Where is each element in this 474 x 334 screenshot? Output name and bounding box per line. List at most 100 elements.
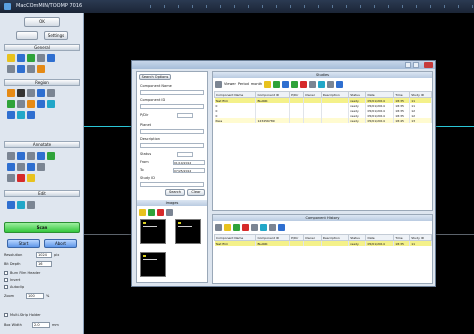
panel-button[interactable] xyxy=(16,31,38,40)
open-component-icon[interactable] xyxy=(224,223,231,231)
zoom-field[interactable]: 100 xyxy=(26,293,44,299)
abort-button[interactable]: Abort xyxy=(44,239,77,248)
viewer-label[interactable]: Viewer xyxy=(224,82,236,86)
add-study-icon[interactable] xyxy=(273,80,281,88)
component-name-input[interactable] xyxy=(140,90,204,95)
section-annotate[interactable]: Annotate xyxy=(4,141,80,148)
scan-button[interactable]: Scan xyxy=(4,222,80,233)
ruler-icon[interactable] xyxy=(27,163,35,171)
image-thumbnail[interactable] xyxy=(175,219,201,244)
pen-icon[interactable] xyxy=(17,152,25,160)
folder-icon[interactable] xyxy=(139,208,146,216)
brightness-icon[interactable] xyxy=(47,100,55,108)
crop-icon[interactable] xyxy=(17,89,25,97)
zoom-in-icon[interactable] xyxy=(37,89,45,97)
search-button[interactable]: Search xyxy=(165,189,185,196)
ok-button[interactable]: OK xyxy=(24,17,60,27)
flip-icon[interactable] xyxy=(17,100,25,108)
resolution-field[interactable]: 1024 xyxy=(36,252,52,258)
period-select[interactable]: month xyxy=(251,82,262,86)
multi-strip-holder-checkbox[interactable] xyxy=(4,313,8,317)
edit-image-icon[interactable] xyxy=(148,208,155,216)
cell-owner xyxy=(303,240,322,246)
search-options-button[interactable]: Search Options xyxy=(139,74,171,80)
image-thumbnail[interactable] xyxy=(140,219,166,244)
pan-icon[interactable] xyxy=(27,89,35,97)
minimize-button[interactable] xyxy=(405,62,411,68)
viewer-icon[interactable] xyxy=(215,80,222,88)
print-image-icon[interactable] xyxy=(166,208,173,216)
pdir-select[interactable] xyxy=(177,113,193,118)
circle-icon[interactable] xyxy=(27,152,35,160)
report-icon[interactable] xyxy=(327,80,335,88)
rotate-icon[interactable] xyxy=(7,89,15,97)
filter-component-icon[interactable] xyxy=(260,223,267,231)
table-row[interactable]: Pass 123456789 ready 05/01/2014 18:45 13 xyxy=(214,118,432,123)
mirror-icon[interactable] xyxy=(27,100,35,108)
send-icon[interactable] xyxy=(309,80,317,88)
burn-film-header-checkbox[interactable] xyxy=(4,271,8,275)
zoom-out-icon[interactable] xyxy=(47,89,55,97)
angle-icon[interactable] xyxy=(17,163,25,171)
autoclip-checkbox[interactable] xyxy=(4,285,8,289)
fit-icon[interactable] xyxy=(7,100,15,108)
measure-icon[interactable] xyxy=(7,111,15,119)
image-icon[interactable] xyxy=(7,201,15,209)
open-study-icon[interactable] xyxy=(264,80,272,88)
paste-icon[interactable] xyxy=(37,65,45,73)
help-component-icon[interactable] xyxy=(278,223,285,231)
import-icon[interactable] xyxy=(282,80,290,88)
from-date[interactable]: 01/10/2012 xyxy=(173,160,205,165)
export-icon[interactable] xyxy=(47,54,55,62)
note-icon[interactable] xyxy=(27,174,35,182)
refresh-icon[interactable] xyxy=(27,54,35,62)
start-button[interactable]: Start xyxy=(7,239,40,248)
delete-study-icon[interactable] xyxy=(300,80,308,88)
section-general[interactable]: General xyxy=(4,44,80,51)
filter-study-icon[interactable] xyxy=(318,80,326,88)
text-icon[interactable] xyxy=(37,163,45,171)
settings-button[interactable]: Settings xyxy=(44,31,68,40)
undo-icon[interactable] xyxy=(7,65,15,73)
to-date[interactable]: 07/25/2012 xyxy=(173,168,205,173)
arrow-icon[interactable] xyxy=(7,163,15,171)
reset-icon[interactable] xyxy=(37,100,45,108)
histogram-icon[interactable] xyxy=(27,111,35,119)
print-icon[interactable] xyxy=(37,54,45,62)
status-select[interactable] xyxy=(177,152,193,157)
edit-component-icon[interactable] xyxy=(233,223,240,231)
adjust-icon[interactable] xyxy=(27,201,35,209)
viewer-icon[interactable] xyxy=(215,223,222,231)
section-edit[interactable]: Edit xyxy=(4,190,80,197)
study-id-input[interactable] xyxy=(140,182,204,187)
invert-checkbox[interactable] xyxy=(4,278,8,282)
clear-button[interactable]: Clear xyxy=(187,189,205,196)
highlighter-icon[interactable] xyxy=(47,152,55,160)
line-icon[interactable] xyxy=(7,152,15,160)
redo-icon[interactable] xyxy=(17,65,25,73)
maximize-button[interactable] xyxy=(413,62,419,68)
section-region[interactable]: Region xyxy=(4,79,80,86)
delete-annotation-icon[interactable] xyxy=(17,174,25,182)
rectangle-icon[interactable] xyxy=(37,152,45,160)
save-icon[interactable] xyxy=(17,54,25,62)
dialog-close-button[interactable] xyxy=(424,62,433,68)
filter-icon[interactable] xyxy=(17,201,25,209)
delete-image-icon[interactable] xyxy=(157,208,164,216)
planet-input[interactable] xyxy=(140,129,204,134)
edit-study-icon[interactable] xyxy=(291,80,299,88)
table-row[interactable]: Test film BLANK ready 05/01/2014 18:35 11 xyxy=(214,240,432,246)
component-id-input[interactable] xyxy=(140,104,204,109)
box-width-field[interactable]: 2.0 xyxy=(32,322,50,328)
open-icon[interactable] xyxy=(7,54,15,62)
info-icon[interactable] xyxy=(17,111,25,119)
bit-depth-select[interactable]: 16 xyxy=(36,261,52,267)
help-icon[interactable] xyxy=(336,80,344,88)
send-component-icon[interactable] xyxy=(251,223,258,231)
description-input[interactable] xyxy=(140,143,204,148)
delete-component-icon[interactable] xyxy=(242,223,249,231)
copy-icon[interactable] xyxy=(27,65,35,73)
text-tool-icon[interactable] xyxy=(7,174,15,182)
image-thumbnail[interactable] xyxy=(140,252,166,277)
report-component-icon[interactable] xyxy=(269,223,276,231)
